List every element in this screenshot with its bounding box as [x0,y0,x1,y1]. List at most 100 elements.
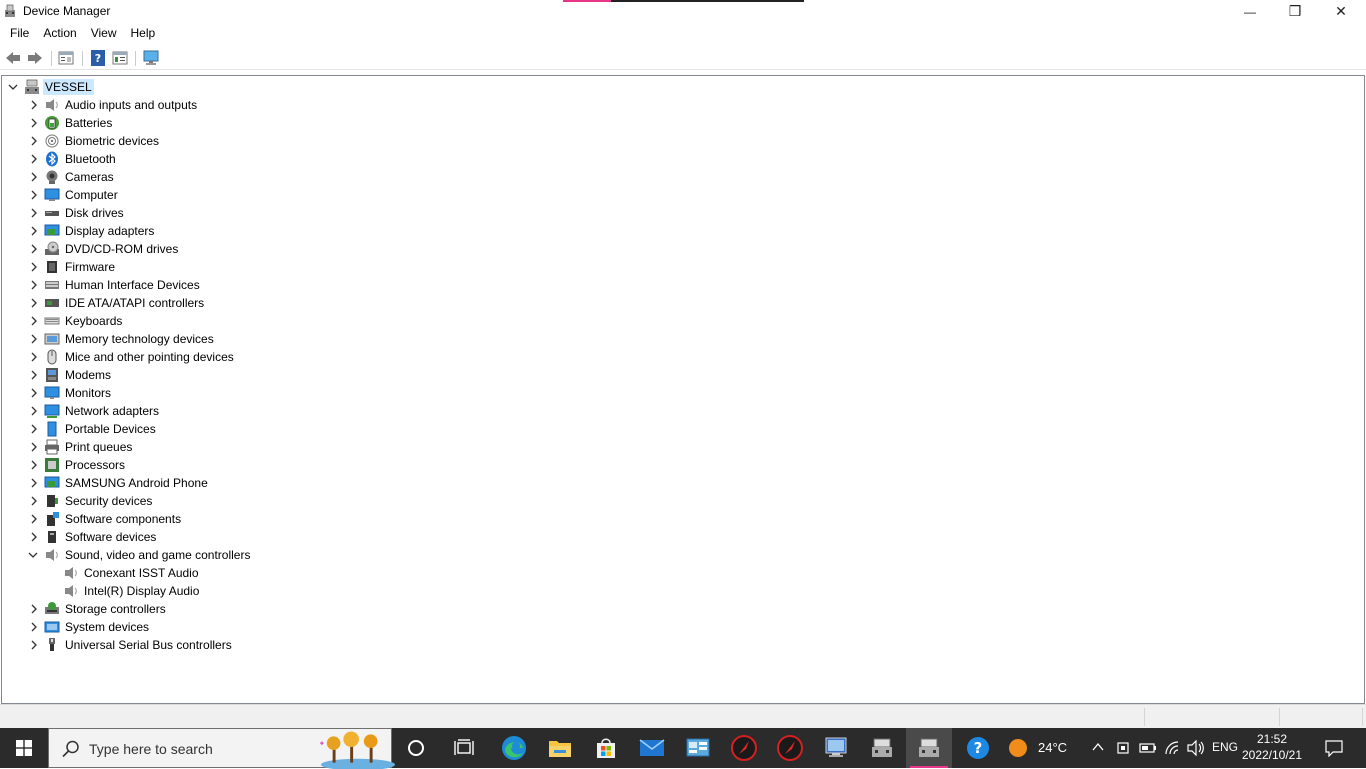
tree-category-row[interactable]: Biometric devices [2,132,302,150]
chevron-right-icon[interactable] [28,477,40,489]
tree-category-row[interactable]: Batteries [2,114,302,132]
chevron-right-icon[interactable] [28,171,40,183]
tree-category-row[interactable]: Mice and other pointing devices [2,348,302,366]
maximize-button[interactable]: ❒ [1272,0,1318,23]
tree-category-row[interactable]: Monitors [2,384,302,402]
chevron-right-icon[interactable] [28,189,40,201]
taskbar-app-device-manager[interactable] [859,728,905,768]
tree-category-row[interactable]: Computer [2,186,302,204]
tree-category-row[interactable]: Software devices [2,528,302,546]
chevron-right-icon[interactable] [28,117,40,129]
tree-category-row[interactable]: Sound, video and game controllers [2,546,302,564]
chevron-right-icon[interactable] [28,639,40,651]
tree-category-row[interactable]: Universal Serial Bus controllers [2,636,302,654]
taskbar-app-control-panel[interactable] [675,728,721,768]
chevron-right-icon[interactable] [28,621,40,633]
chevron-right-icon[interactable] [28,261,40,273]
chevron-right-icon[interactable] [28,207,40,219]
menu-help[interactable]: Help [124,23,163,44]
chevron-down-icon[interactable] [7,81,19,93]
notification-center-button[interactable] [1314,728,1354,768]
taskbar-app-help[interactable]: ? [955,728,1001,768]
tree-category-row[interactable]: Software components [2,510,302,528]
tree-category-row[interactable]: Storage controllers [2,600,302,618]
taskbar-app-edge[interactable] [491,728,537,768]
tree-device-row[interactable]: Conexant ISST Audio [2,564,302,582]
wifi-icon[interactable] [1164,740,1182,756]
chevron-right-icon[interactable] [28,99,40,111]
minimize-button[interactable]: — [1227,0,1273,23]
chevron-right-icon[interactable] [28,387,40,399]
tree-category-row[interactable]: IDE ATA/ATAPI controllers [2,294,302,312]
taskbar-app-red-2[interactable] [767,728,813,768]
chevron-right-icon[interactable] [28,135,40,147]
tree-category-row[interactable]: Processors [2,456,302,474]
tree-category-row[interactable]: Cameras [2,168,302,186]
tree-category-row[interactable]: Portable Devices [2,420,302,438]
menu-action[interactable]: Action [36,23,83,44]
chevron-right-icon[interactable] [28,243,40,255]
chevron-right-icon[interactable] [28,351,40,363]
tree-category-row[interactable]: Bluetooth [2,150,302,168]
taskbar-clock[interactable]: 21:52 2022/10/21 [1240,731,1304,763]
tree-category-row[interactable]: Network adapters [2,402,302,420]
taskbar-app-mail[interactable] [629,728,675,768]
tree-category-row[interactable]: Disk drives [2,204,302,222]
view-button[interactable] [111,49,129,67]
taskbar-search-box[interactable]: Type here to search [48,728,395,769]
battery-tray-icon[interactable] [1139,742,1157,754]
input-language[interactable]: ENG [1212,740,1238,754]
properties-button[interactable] [57,49,75,67]
chevron-right-icon[interactable] [28,513,40,525]
device-tree[interactable]: VESSEL Audio inputs and outputs Batteries… [1,75,1365,704]
weather-widget[interactable]: 24°C [1000,728,1080,768]
tree-category-row[interactable]: Display adapters [2,222,302,240]
chevron-right-icon[interactable] [28,441,40,453]
taskbar-app-red-1[interactable] [721,728,767,768]
taskbar-app-file-explorer[interactable] [537,728,583,768]
chevron-right-icon[interactable] [28,495,40,507]
tree-category-row[interactable]: Memory technology devices [2,330,302,348]
tree-category-row[interactable]: Security devices [2,492,302,510]
task-view-button[interactable] [441,728,487,768]
tree-category-row[interactable]: Firmware [2,258,302,276]
chevron-right-icon[interactable] [28,297,40,309]
chevron-right-icon[interactable] [28,153,40,165]
meet-now-icon[interactable] [1116,740,1130,756]
tree-device-row[interactable]: Intel(R) Display Audio [2,582,302,600]
tree-category-row[interactable]: Print queues [2,438,302,456]
taskbar-app-device-manager-active[interactable] [906,728,952,768]
tree-category-row[interactable]: Audio inputs and outputs [2,96,302,114]
tree-category-row[interactable]: Modems [2,366,302,384]
taskbar-app-remote-desktop[interactable] [813,728,859,768]
chevron-right-icon[interactable] [28,315,40,327]
chevron-right-icon[interactable] [28,531,40,543]
close-button[interactable]: ✕ [1318,0,1364,23]
tree-category-row[interactable]: DVD/CD-ROM drives [2,240,302,258]
chevron-down-icon[interactable] [27,549,39,561]
volume-icon[interactable] [1187,740,1205,756]
menu-view[interactable]: View [84,23,124,44]
scan-hardware-button[interactable] [142,49,160,67]
tree-category-row[interactable]: SAMSUNG Android Phone [2,474,302,492]
chevron-right-icon[interactable] [28,423,40,435]
tree-root[interactable]: VESSEL [2,78,202,96]
tree-category-row[interactable]: System devices [2,618,302,636]
start-button[interactable] [0,728,48,768]
back-button[interactable] [4,49,22,67]
help-button[interactable]: ? [89,49,107,67]
chevron-right-icon[interactable] [28,225,40,237]
chevron-right-icon[interactable] [28,279,40,291]
chevron-right-icon[interactable] [28,333,40,345]
chevron-up-icon[interactable] [1092,742,1104,752]
cortana-button[interactable] [393,728,439,768]
tree-category-row[interactable]: Keyboards [2,312,302,330]
taskbar-app-store[interactable] [583,728,629,768]
chevron-right-icon[interactable] [28,369,40,381]
forward-button[interactable] [26,49,44,67]
chevron-right-icon[interactable] [28,405,40,417]
tree-category-row[interactable]: Human Interface Devices [2,276,302,294]
chevron-right-icon[interactable] [28,603,40,615]
menu-file[interactable]: File [3,23,36,44]
chevron-right-icon[interactable] [28,459,40,471]
